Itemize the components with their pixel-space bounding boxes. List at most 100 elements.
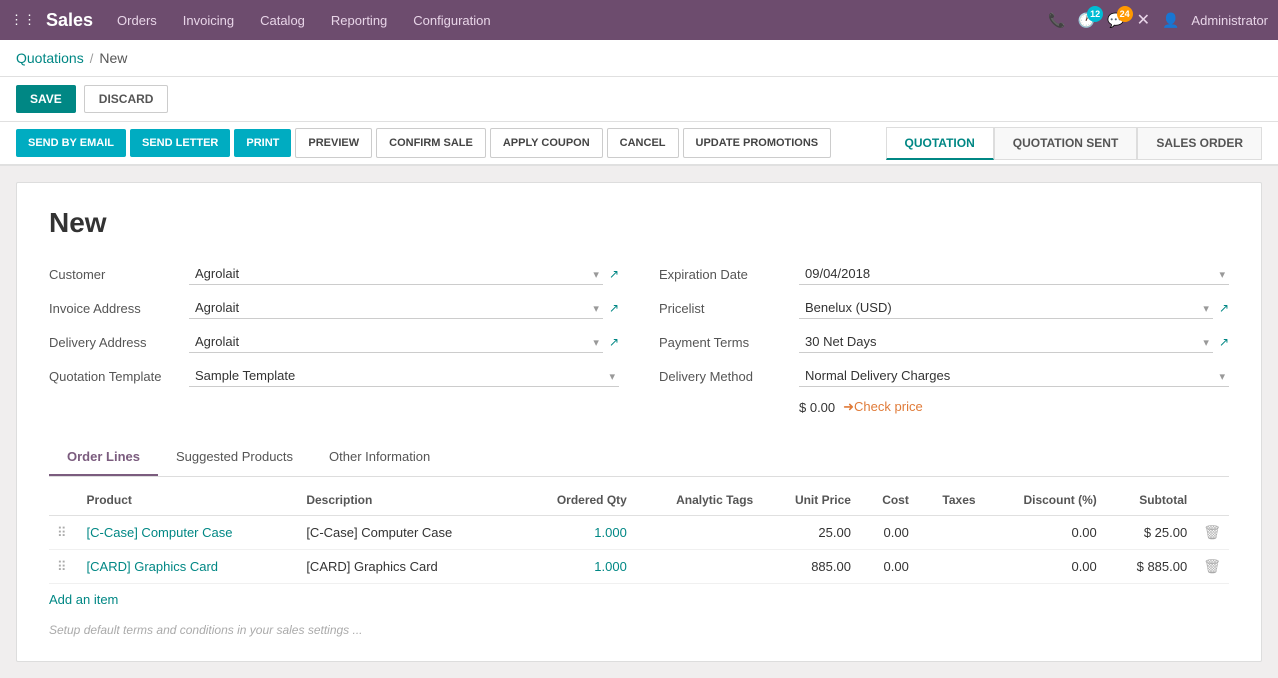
topnav-right: 📞 🕐12 💬24 ✕ 👤 Administrator bbox=[1048, 10, 1268, 30]
analytic-tags-cell[interactable] bbox=[635, 516, 761, 550]
customer-label: Customer bbox=[49, 267, 189, 282]
subtotal-cell: $ 25.00 bbox=[1105, 516, 1195, 550]
delivery-price-row: $ 0.00 ➜Check price bbox=[799, 399, 1229, 415]
product-cell[interactable]: [CARD] Graphics Card bbox=[79, 550, 299, 584]
discount-cell[interactable]: 0.00 bbox=[984, 516, 1105, 550]
expiration-date-input[interactable] bbox=[799, 263, 1229, 285]
phone-icon[interactable]: 📞 bbox=[1048, 12, 1065, 29]
tab-other-information[interactable]: Other Information bbox=[311, 439, 448, 476]
confirm-sale-button[interactable]: CONFIRM SALE bbox=[376, 128, 486, 158]
col-subtotal: Subtotal bbox=[1105, 485, 1195, 516]
quotation-template-input[interactable] bbox=[189, 365, 619, 387]
drag-handle[interactable]: ⠿ bbox=[49, 550, 79, 584]
quotation-template-select-wrapper bbox=[189, 365, 619, 387]
breadcrumb-current: New bbox=[99, 50, 127, 66]
invoice-address-label: Invoice Address bbox=[49, 301, 189, 316]
delivery-method-input[interactable] bbox=[799, 365, 1229, 387]
unit-price-cell[interactable]: 25.00 bbox=[761, 516, 859, 550]
top-navigation: ⋮⋮ Sales Orders Invoicing Catalog Report… bbox=[0, 0, 1278, 40]
pricelist-input[interactable] bbox=[799, 297, 1213, 319]
check-price-link[interactable]: ➜Check price bbox=[843, 399, 923, 415]
form-left: Customer ↗ Invoice Address ↗ bbox=[49, 263, 619, 415]
close-icon[interactable]: ✕ bbox=[1137, 10, 1150, 30]
payment-terms-ext-link-icon[interactable]: ↗ bbox=[1219, 335, 1229, 349]
user-name[interactable]: Administrator bbox=[1191, 13, 1268, 28]
apply-coupon-button[interactable]: APPLY COUPON bbox=[490, 128, 603, 158]
tabs-bar: Order Lines Suggested Products Other Inf… bbox=[49, 439, 1229, 477]
delivery-address-value-wrapper: ↗ bbox=[189, 331, 619, 353]
terms-hint: Setup default terms and conditions in yo… bbox=[49, 623, 1229, 637]
quotation-template-field-row: Quotation Template bbox=[49, 365, 619, 387]
customer-input[interactable] bbox=[189, 263, 603, 285]
chat-icon[interactable]: 💬24 bbox=[1107, 12, 1124, 29]
payment-terms-input[interactable] bbox=[799, 331, 1213, 353]
badge-chat: 24 bbox=[1117, 6, 1133, 22]
update-promotions-button[interactable]: UPDATE PROMOTIONS bbox=[683, 128, 832, 158]
delivery-method-select-wrapper bbox=[799, 365, 1229, 387]
pricelist-ext-link-icon[interactable]: ↗ bbox=[1219, 301, 1229, 315]
print-button[interactable]: PRINT bbox=[234, 129, 291, 157]
expiration-date-label: Expiration Date bbox=[659, 267, 799, 282]
user-avatar[interactable]: 👤 bbox=[1162, 12, 1179, 29]
qty-cell[interactable]: 1.000 bbox=[518, 516, 635, 550]
invoice-address-ext-link-icon[interactable]: ↗ bbox=[609, 301, 619, 315]
delivery-address-input[interactable] bbox=[189, 331, 603, 353]
breadcrumb-parent[interactable]: Quotations bbox=[16, 50, 84, 66]
col-delete bbox=[1195, 485, 1229, 516]
add-item-link[interactable]: Add an item bbox=[49, 592, 118, 607]
app-title[interactable]: Sales bbox=[46, 10, 93, 31]
form-card: New Customer ↗ Invoice Address bbox=[16, 182, 1262, 662]
quotation-template-label: Quotation Template bbox=[49, 369, 189, 384]
table-row: ⠿ [C-Case] Computer Case [C-Case] Comput… bbox=[49, 516, 1229, 550]
invoice-address-select-wrapper bbox=[189, 297, 603, 319]
save-button[interactable]: SAVE bbox=[16, 85, 76, 113]
send-letter-button[interactable]: SEND LETTER bbox=[130, 129, 230, 157]
menu-catalog[interactable]: Catalog bbox=[256, 13, 309, 28]
step-sales-order[interactable]: SALES ORDER bbox=[1137, 127, 1262, 160]
menu-configuration[interactable]: Configuration bbox=[409, 13, 494, 28]
cost-cell: 0.00 bbox=[859, 550, 917, 584]
breadcrumb: Quotations / New bbox=[0, 40, 1278, 77]
menu-reporting[interactable]: Reporting bbox=[327, 13, 391, 28]
payment-terms-select-wrapper bbox=[799, 331, 1213, 353]
discard-button[interactable]: DISCARD bbox=[84, 85, 169, 113]
col-analytic-tags: Analytic Tags bbox=[635, 485, 761, 516]
expiration-date-field-row: Expiration Date bbox=[659, 263, 1229, 285]
analytic-tags-cell[interactable] bbox=[635, 550, 761, 584]
menu-invoicing[interactable]: Invoicing bbox=[179, 13, 238, 28]
tab-suggested-products[interactable]: Suggested Products bbox=[158, 439, 311, 476]
preview-button[interactable]: PREVIEW bbox=[295, 128, 372, 158]
step-quotation[interactable]: QUOTATION bbox=[886, 127, 994, 160]
description-cell: [CARD] Graphics Card bbox=[298, 550, 518, 584]
qty-cell[interactable]: 1.000 bbox=[518, 550, 635, 584]
customer-field-row: Customer ↗ bbox=[49, 263, 619, 285]
tab-order-lines[interactable]: Order Lines bbox=[49, 439, 158, 476]
discount-cell[interactable]: 0.00 bbox=[984, 550, 1105, 584]
breadcrumb-separator: / bbox=[90, 51, 94, 66]
main-content: New Customer ↗ Invoice Address bbox=[0, 166, 1278, 678]
delivery-method-label: Delivery Method bbox=[659, 369, 799, 384]
taxes-cell[interactable] bbox=[917, 516, 984, 550]
taxes-cell[interactable] bbox=[917, 550, 984, 584]
customer-ext-link-icon[interactable]: ↗ bbox=[609, 267, 619, 281]
step-quotation-sent[interactable]: QUOTATION SENT bbox=[994, 127, 1138, 160]
pricelist-field-row: Pricelist ↗ bbox=[659, 297, 1229, 319]
unit-price-cell[interactable]: 885.00 bbox=[761, 550, 859, 584]
invoice-address-input[interactable] bbox=[189, 297, 603, 319]
col-unit-price: Unit Price bbox=[761, 485, 859, 516]
menu-orders[interactable]: Orders bbox=[113, 13, 161, 28]
send-email-button[interactable]: SEND BY EMAIL bbox=[16, 129, 126, 157]
quotation-template-value-wrapper bbox=[189, 365, 619, 387]
delivery-method-value-wrapper bbox=[799, 365, 1229, 387]
delivery-address-ext-link-icon[interactable]: ↗ bbox=[609, 335, 619, 349]
delete-cell[interactable]: 🗑 bbox=[1195, 516, 1229, 550]
col-ordered-qty: Ordered Qty bbox=[518, 485, 635, 516]
drag-handle[interactable]: ⠿ bbox=[49, 516, 79, 550]
product-cell[interactable]: [C-Case] Computer Case bbox=[79, 516, 299, 550]
clock-icon[interactable]: 🕐12 bbox=[1078, 12, 1095, 29]
delete-cell[interactable]: 🗑 bbox=[1195, 550, 1229, 584]
main-menu: Orders Invoicing Catalog Reporting Confi… bbox=[113, 13, 1048, 28]
cancel-button[interactable]: CANCEL bbox=[607, 128, 679, 158]
grid-icon[interactable]: ⋮⋮ bbox=[10, 12, 36, 28]
save-discard-bar: SAVE DISCARD bbox=[0, 77, 1278, 122]
